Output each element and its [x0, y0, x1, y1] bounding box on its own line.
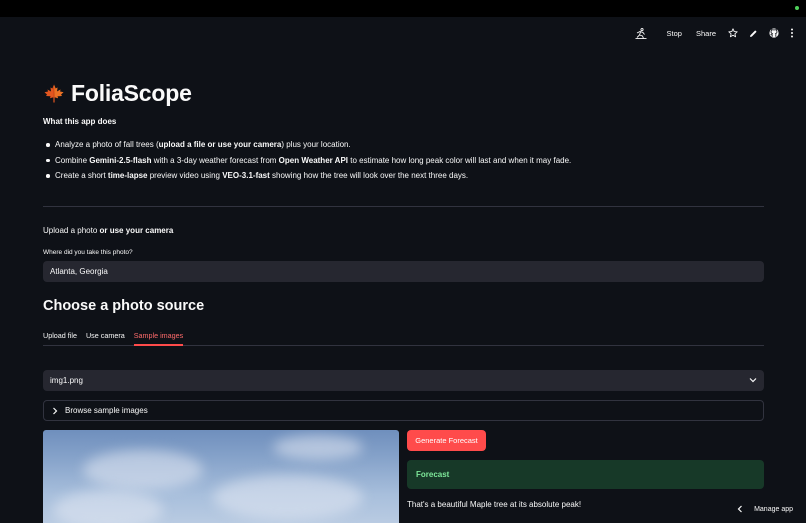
forecast-result-text: That's a beautiful Maple tree at its abs… [407, 500, 582, 509]
generate-forecast-button[interactable]: Generate Forecast [407, 430, 486, 451]
chevron-right-icon [53, 407, 58, 414]
feature-list: Analyze a photo of fall trees (upload a … [43, 137, 571, 184]
location-input[interactable] [43, 261, 764, 282]
list-item: Analyze a photo of fall trees (upload a … [43, 137, 571, 153]
star-icon[interactable] [728, 28, 738, 38]
app-toolbar: Stop Share [624, 25, 794, 41]
expander-label: Browse sample images [65, 406, 148, 415]
browse-samples-expander[interactable]: Browse sample images [43, 400, 764, 421]
chevron-left-icon [737, 505, 743, 513]
forecast-heading-box: Forecast [407, 460, 764, 489]
running-man-icon [635, 27, 647, 39]
chevron-down-icon [749, 376, 757, 385]
location-field-label: Where did you take this photo? [43, 249, 133, 256]
app-title: FoliaScope [71, 80, 192, 106]
kebab-menu-icon[interactable] [790, 28, 794, 38]
stop-button[interactable]: Stop [667, 29, 682, 38]
upload-label: Upload a photo or use your camera [43, 226, 174, 235]
status-dot [795, 6, 799, 10]
share-button[interactable]: Share [696, 29, 716, 38]
maple-leaf-icon [43, 83, 65, 105]
about-heading: What this app does [43, 117, 117, 126]
sample-image-select[interactable]: img1.png [43, 370, 764, 391]
select-value: img1.png [50, 376, 83, 385]
list-item: Create a short time-lapse preview video … [43, 168, 571, 184]
tab-use-camera[interactable]: Use camera [86, 327, 125, 346]
photo-source-title: Choose a photo source [43, 298, 205, 314]
manage-app-button[interactable]: Manage app [737, 505, 793, 513]
section-divider [43, 206, 764, 207]
photo-source-tabs: Upload file Use camera Sample images [43, 327, 764, 346]
list-item: Combine Gemini-2.5-flash with a 3-day we… [43, 153, 571, 169]
pencil-icon[interactable] [749, 29, 758, 38]
manage-app-label: Manage app [754, 505, 793, 513]
title-row: FoliaScope [43, 80, 192, 107]
top-strip [0, 0, 806, 17]
tab-sample-images[interactable]: Sample images [133, 327, 184, 346]
sample-photo [43, 430, 399, 523]
github-icon[interactable] [769, 28, 779, 38]
tab-upload-file[interactable]: Upload file [43, 327, 77, 346]
